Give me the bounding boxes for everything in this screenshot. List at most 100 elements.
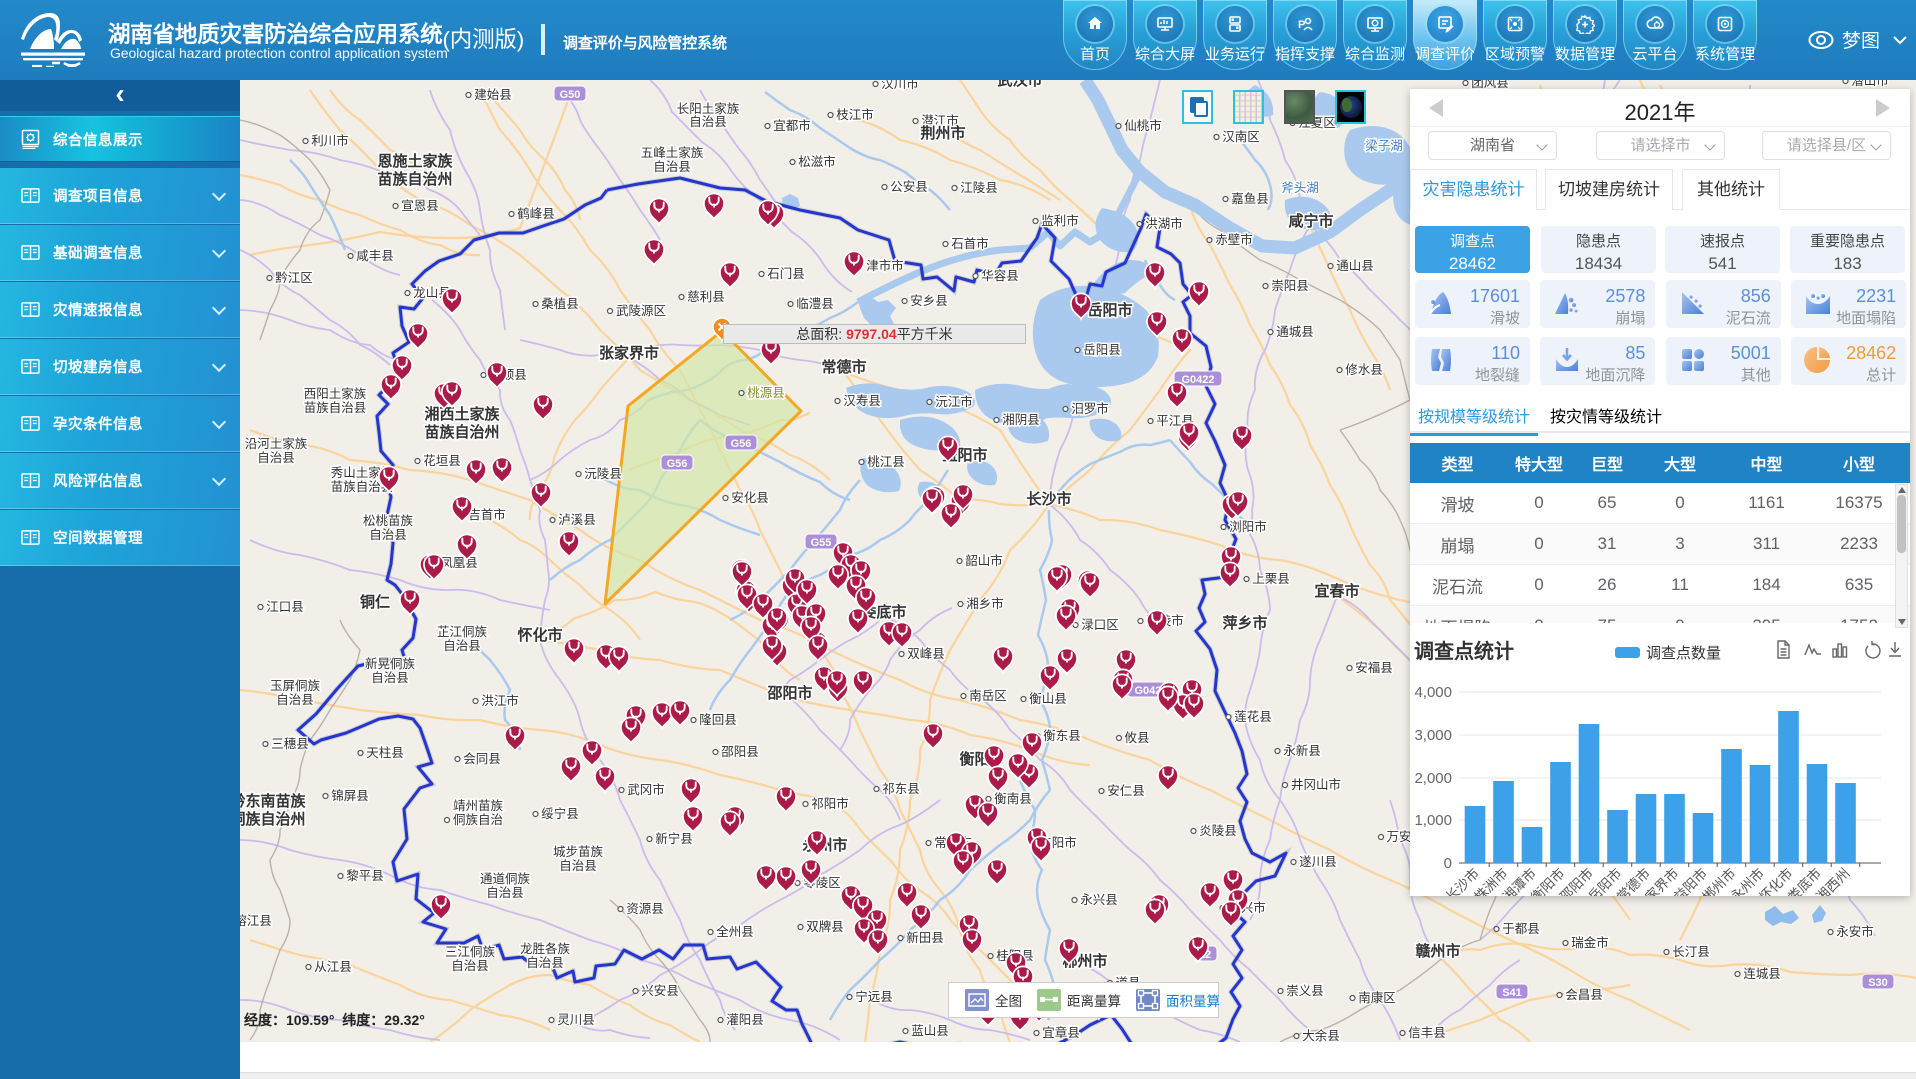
svg-text:公安县: 公安县 (890, 179, 928, 194)
svg-text:汉川市: 汉川市 (881, 80, 919, 91)
svg-text:松滋市: 松滋市 (798, 154, 836, 169)
svg-text:龙胜各族: 龙胜各族 (520, 941, 571, 956)
svg-text:崇义县: 崇义县 (1286, 984, 1324, 998)
svg-text:4,000: 4,000 (1414, 684, 1452, 701)
svg-text:双牌县: 双牌县 (806, 919, 844, 934)
svg-text:江陵县: 江陵县 (960, 181, 998, 195)
svg-text:苗族自治县: 苗族自治县 (304, 401, 367, 415)
svg-text:攸县: 攸县 (1124, 730, 1149, 745)
svg-text:泸溪县: 泸溪县 (558, 513, 596, 527)
svg-text:信丰县: 信丰县 (1408, 1026, 1446, 1040)
svg-text:华容县: 华容县 (981, 268, 1019, 283)
svg-text:会昌县: 会昌县 (1565, 988, 1603, 1002)
svg-text:邵阳县: 邵阳县 (721, 745, 759, 759)
svg-text:蓝山县: 蓝山县 (911, 1024, 949, 1038)
svg-text:怀化市: 怀化市 (517, 626, 562, 644)
svg-text:咸丰县: 咸丰县 (356, 249, 394, 263)
svg-text:玉屏侗族: 玉屏侗族 (270, 679, 321, 693)
svg-text:嘉鱼县: 嘉鱼县 (1231, 192, 1269, 206)
svg-text:南康区: 南康区 (1358, 990, 1396, 1005)
svg-text:新晃侗族: 新晃侗族 (365, 656, 416, 671)
svg-text:西阳土家族: 西阳土家族 (304, 386, 367, 401)
svg-text:枝江市: 枝江市 (836, 107, 874, 122)
svg-text:G50: G50 (560, 89, 581, 101)
svg-text:S41: S41 (1502, 987, 1522, 999)
svg-text:湘乡市: 湘乡市 (966, 596, 1004, 611)
svg-text:岳阳市: 岳阳市 (1087, 301, 1132, 319)
svg-text:0: 0 (1444, 855, 1452, 872)
svg-text:自治县: 自治县 (559, 859, 597, 873)
svg-text:自治县: 自治县 (689, 115, 727, 129)
svg-text:连城县: 连城县 (1743, 966, 1781, 981)
svg-text:自治县: 自治县 (653, 160, 691, 174)
svg-text:宜春市: 宜春市 (1314, 582, 1359, 600)
svg-text:靖州苗族: 靖州苗族 (453, 799, 504, 813)
svg-text:永新县: 永新县 (1283, 743, 1321, 758)
svg-text:G55: G55 (811, 537, 832, 549)
svg-text:苗族自治州: 苗族自治州 (377, 170, 452, 188)
svg-text:自治县: 自治县 (443, 639, 481, 653)
svg-text:仙桃市: 仙桃市 (1124, 118, 1162, 133)
svg-text:G0422: G0422 (1181, 374, 1214, 386)
svg-text:浏阳市: 浏阳市 (1229, 519, 1267, 534)
svg-text:沿河土家族: 沿河土家族 (245, 436, 308, 451)
svg-text:井冈山市: 井冈山市 (1291, 777, 1341, 792)
svg-text:全州县: 全州县 (716, 924, 754, 939)
svg-text:苗族自治州: 苗族自治州 (424, 423, 499, 441)
svg-text:自治县: 自治县 (371, 671, 409, 685)
svg-text:G56: G56 (731, 438, 752, 450)
svg-text:永安市: 永安市 (1836, 924, 1874, 939)
svg-text:衡南县: 衡南县 (994, 791, 1032, 806)
svg-text:安仁县: 安仁县 (1107, 783, 1145, 798)
svg-text:修水县: 修水县 (1345, 362, 1383, 377)
svg-text:桑植县: 桑植县 (541, 296, 579, 311)
svg-text:监利市: 监利市 (1041, 213, 1079, 228)
svg-text:天柱县: 天柱县 (366, 745, 404, 760)
svg-text:黔东南苗族: 黔东南苗族 (240, 792, 306, 810)
svg-text:邵阳市: 邵阳市 (766, 684, 812, 702)
svg-text:三穗县: 三穗县 (271, 737, 309, 751)
svg-text:通山县: 通山县 (1336, 259, 1374, 273)
svg-text:萍乡市: 萍乡市 (1222, 614, 1267, 632)
svg-text:芷江侗族: 芷江侗族 (437, 625, 488, 639)
svg-text:洪湖市: 洪湖市 (1145, 216, 1183, 231)
svg-text:自治县: 自治县 (486, 886, 524, 900)
svg-text:资源县: 资源县 (626, 902, 664, 916)
svg-text:上栗县: 上栗县 (1252, 572, 1290, 586)
svg-text:隆回县: 隆回县 (699, 712, 737, 727)
svg-text:榕江县: 榕江县 (240, 913, 272, 928)
svg-text:宜都市: 宜都市 (773, 118, 811, 133)
svg-text:崇阳县: 崇阳县 (1271, 279, 1309, 293)
svg-text:沅江市: 沅江市 (935, 394, 973, 409)
svg-text:自治县: 自治县 (451, 959, 489, 973)
svg-text:临澧县: 临澧县 (796, 297, 834, 311)
svg-text:会同县: 会同县 (463, 752, 501, 766)
svg-text:通道侗族: 通道侗族 (480, 872, 531, 886)
svg-text:洪江市: 洪江市 (481, 693, 519, 708)
svg-text:石首市: 石首市 (951, 236, 989, 251)
svg-text:张家界市: 张家界市 (599, 344, 659, 362)
svg-text:长沙市: 长沙市 (1026, 490, 1071, 508)
svg-text:莲花县: 莲花县 (1234, 709, 1272, 724)
svg-text:大余县: 大余县 (1302, 1028, 1340, 1042)
svg-text:侗族自治: 侗族自治 (453, 813, 503, 827)
svg-text:汉南区: 汉南区 (1222, 129, 1260, 144)
svg-text:潜山市: 潜山市 (1851, 80, 1889, 88)
svg-text:灵川县: 灵川县 (557, 1013, 595, 1027)
svg-text:安福县: 安福县 (1355, 660, 1393, 675)
svg-text:利川市: 利川市 (311, 133, 349, 148)
svg-text:五峰土家族: 五峰土家族 (641, 145, 704, 160)
svg-text:江口县: 江口县 (266, 600, 304, 614)
svg-text:慈利县: 慈利县 (687, 289, 725, 304)
svg-text:长阳土家族: 长阳土家族 (677, 101, 740, 116)
svg-text:赣州市: 赣州市 (1415, 942, 1460, 960)
svg-text:3,000: 3,000 (1414, 727, 1452, 744)
svg-text:锦屏县: 锦屏县 (331, 789, 369, 803)
svg-text:三江侗族: 三江侗族 (445, 945, 496, 959)
svg-text:凤凰县: 凤凰县 (440, 556, 478, 570)
svg-text:安乡县: 安乡县 (910, 293, 948, 308)
svg-text:津市市: 津市市 (866, 258, 904, 273)
svg-text:荆州市: 荆州市 (920, 124, 965, 142)
svg-text:衡东县: 衡东县 (1043, 729, 1081, 743)
svg-text:长汀县: 长汀县 (1672, 945, 1710, 959)
